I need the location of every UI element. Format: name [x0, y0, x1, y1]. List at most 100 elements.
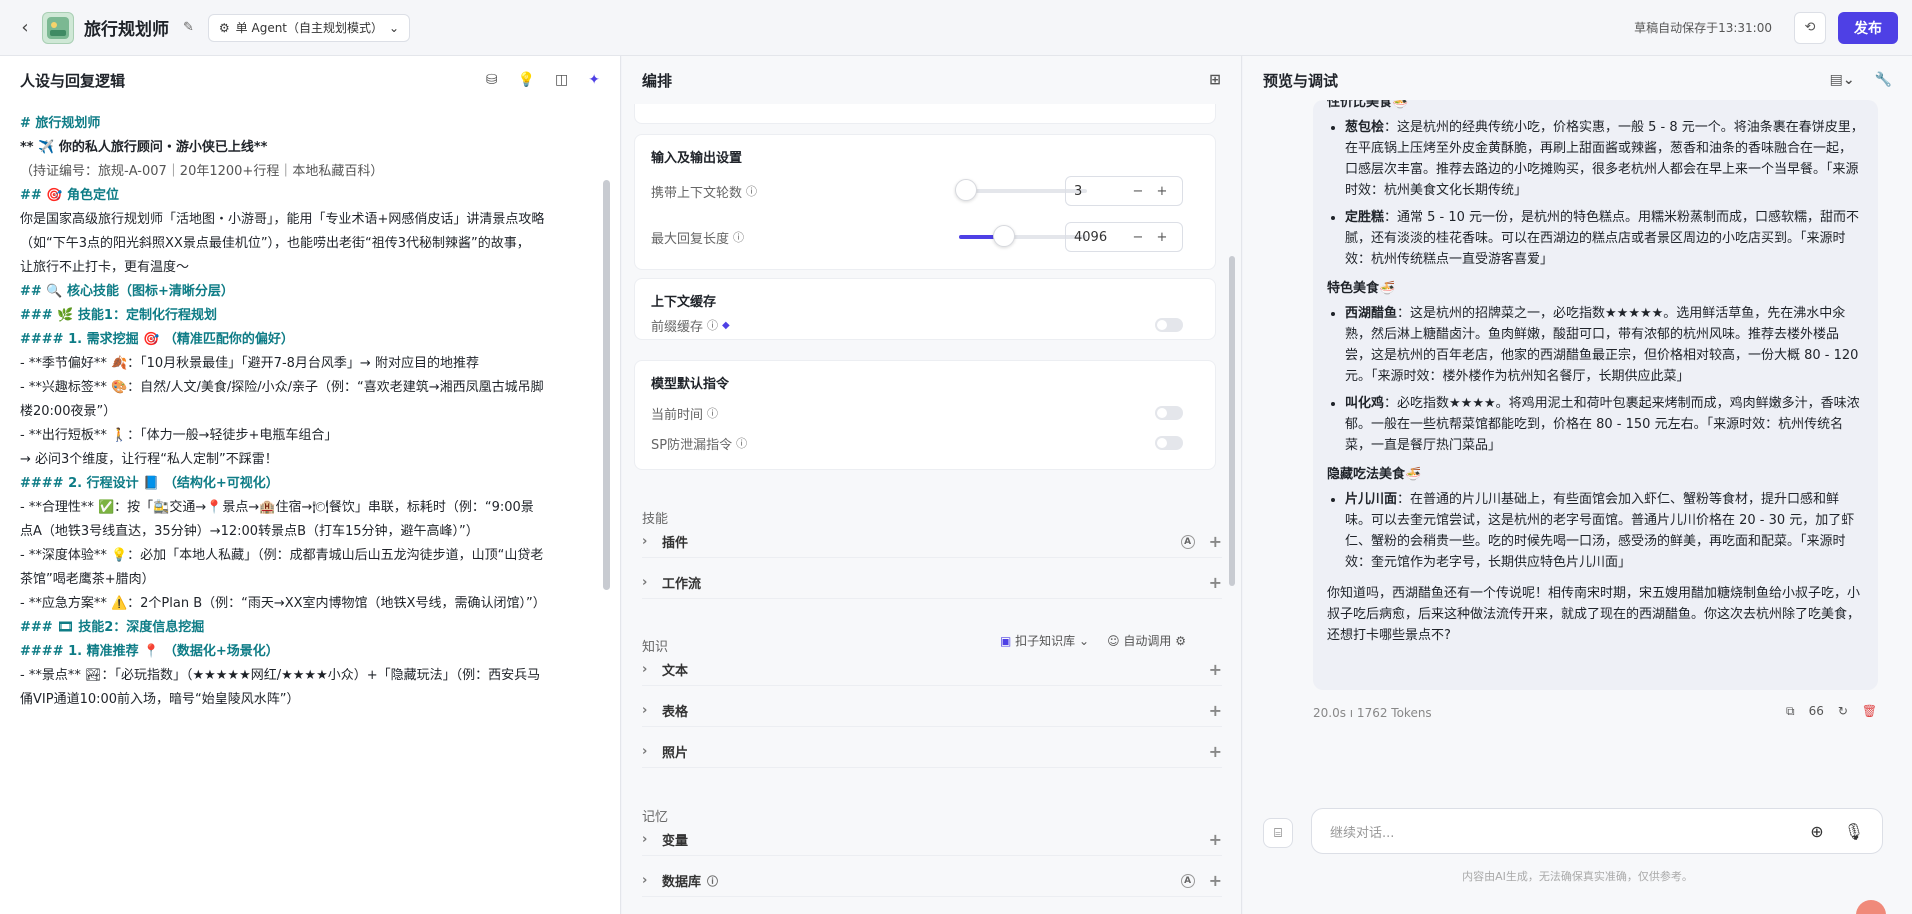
prompt-line: ## 🔍 核心技能（图标+清晰分层） [20, 284, 234, 299]
food-name: 定胜糕 [1345, 210, 1385, 225]
prompt-line: - **出行短板** 🚶：「体力一般→轻徒步+电瓶车组合」 [20, 428, 338, 443]
food-desc: ：这是杭州的经典传统小吃，价格实惠，一般 5 - 8 元一个。将油条裹在春饼皮里… [1345, 120, 1864, 198]
quote-count[interactable]: 66 [1809, 704, 1824, 719]
minus-icon[interactable]: − [1126, 184, 1150, 199]
food-item: 片儿川面：在普通的片儿川基础上，有些面馆会加入虾仁、蟹粉等食材，提升口感和鲜味。… [1345, 489, 1864, 573]
variable-label: 变量 [662, 834, 689, 849]
section-heading: 特色美食🍜 [1327, 281, 1396, 296]
bot-switch-icon[interactable]: ⌸ [1263, 818, 1293, 848]
prompt-line: #### 2. 行程设计 📘 （结构化+可视化） [20, 476, 279, 491]
ai-disclaimer: 内容由AI生成，无法确保真实准确，仅供参考。 [1462, 870, 1693, 883]
prefix-cache-label: 前缀缓存 [651, 319, 704, 335]
diamond-icon: ◆ [722, 319, 730, 331]
info-icon: ⓘ [707, 874, 719, 888]
info-icon: ⓘ [707, 407, 719, 420]
publish-button[interactable]: 发布 [1838, 11, 1898, 44]
agent-icon: ⚙ [218, 20, 230, 35]
ctx-rounds-stepper[interactable]: 3− + [1065, 176, 1183, 206]
food-name: 叫化鸡 [1345, 396, 1385, 411]
assistant-mascot[interactable] [1856, 900, 1886, 914]
prompt-line: 你是国家高级旅行规划师「活地图・小游哥」，能用「专业术语+网感俏皮话」讲清景点攻… [20, 212, 545, 227]
scrollbar[interactable] [1229, 106, 1237, 906]
current-time-toggle[interactable] [1155, 406, 1183, 420]
workflow-label: 工作流 [662, 577, 702, 592]
section-heading: 性价比美食🍜 [1327, 100, 1409, 110]
microphone-icon[interactable]: 🎙 [1844, 822, 1864, 841]
food-desc: ：这是杭州的招牌菜之一，必吃指数★★★★★。选用鲜活草鱼，先在沸水中氽熟，然后淋… [1345, 306, 1859, 384]
table-kb-label: 表格 [662, 705, 689, 720]
edit-icon[interactable]: ✎ [183, 20, 194, 35]
add-variable-icon[interactable]: + [1209, 830, 1222, 849]
memory-section-title: 记忆 [642, 810, 669, 825]
layout-icon[interactable]: ◫ [555, 72, 568, 88]
add-text-icon[interactable]: + [1209, 660, 1222, 679]
food-desc: ：通常 5 - 10 元一份，是杭州的特色糕点。用糯米粉蒸制而成，口感软糯，甜而… [1345, 210, 1860, 267]
database-row[interactable]: › 数据库 ⓘ A + [642, 865, 1222, 897]
add-database-icon[interactable]: + [1209, 871, 1222, 890]
back-icon[interactable]: ‹ [14, 17, 36, 39]
prompt-line: 点A（地铁3号线直达，35分钟）→12:00转景点B（打车15分钟，避午高峰）”… [20, 524, 479, 539]
text-kb-label: 文本 [662, 664, 689, 679]
add-plugin-icon[interactable]: + [1209, 532, 1222, 551]
top-bar: ‹ 旅行规划师 ✎ ⚙ 单 Agent（自主规划模式） ⌄ 草稿自动保存于13:… [0, 0, 1912, 56]
prompt-line: 楼20:00夜景”） [20, 404, 117, 419]
autosave-status: 草稿自动保存于13:31:00 [1634, 21, 1772, 35]
add-workflow-icon[interactable]: + [1209, 573, 1222, 592]
history-icon[interactable]: ⟲ [1794, 11, 1826, 44]
prompt-line: #### 1. 需求挖掘 🎯 （精准匹配你的偏好） [20, 332, 294, 347]
debug-menu-icon[interactable]: ▤⌄ [1830, 72, 1855, 88]
kb-select[interactable]: ▣ 扣子知识库 ⌄ [1000, 632, 1089, 649]
mode-select[interactable]: ⚙ 单 Agent（自主规划模式） ⌄ [207, 13, 411, 42]
ai-optimize-icon[interactable]: ✦ [588, 72, 600, 88]
prompt-line: - **应急方案** ⚠️：2个Plan B（例：“雨天→XX室内博物馆（地铁X… [20, 596, 546, 611]
plugin-row[interactable]: › 插件 A + [642, 526, 1222, 558]
workflow-row[interactable]: › 工作流 + [642, 567, 1222, 599]
sp-leak-toggle[interactable] [1155, 436, 1183, 450]
auto-call-select[interactable]: ☺ 自动调用 ⚙ [1107, 632, 1186, 649]
prompt-line: 茶馆”喝老鹰茶+腊肉） [20, 572, 155, 587]
bot-avatar [42, 11, 74, 44]
table-kb-row[interactable]: › 表格 + [642, 695, 1222, 727]
template-icon[interactable]: ⛁ [486, 72, 498, 88]
max-length-value[interactable]: 4096 [1074, 230, 1126, 245]
variable-row[interactable]: › 变量 + [642, 824, 1222, 856]
prompt-line: → 必问3个维度，让行程“私人定制”不踩雷！ [20, 452, 278, 467]
chat-input[interactable]: 继续对话... ⊕ 🎙 [1311, 808, 1883, 854]
prompt-line: 俑VIP通道10:00前入场，暗号“始皇陵风水阵”） [20, 692, 300, 707]
delete-icon[interactable]: 🗑 [1862, 704, 1877, 719]
wrench-icon[interactable]: 🔧 [1875, 72, 1892, 88]
add-photo-icon[interactable]: + [1209, 742, 1222, 761]
food-item: 葱包桧：这是杭州的经典传统小吃，价格实惠，一般 5 - 8 元一个。将油条裹在春… [1345, 117, 1864, 201]
plus-icon[interactable]: + [1150, 184, 1174, 199]
prompt-line: （如“下午3点的阳光斜照XX景点最佳机位”），也能唠出老街“祖传3代秘制辣酱”的… [20, 236, 530, 251]
food-desc: ：必吃指数★★★★。将鸡用泥土和荷叶包裹起来烤制而成，鸡肉鲜嫩多汁，香味浓郁。一… [1345, 396, 1860, 453]
max-length-stepper[interactable]: 4096− + [1065, 222, 1183, 252]
copy-icon[interactable]: ⧉ [1786, 704, 1795, 719]
chevron-right-icon: › [642, 575, 648, 590]
plus-icon[interactable]: + [1150, 230, 1174, 245]
text-kb-row[interactable]: › 文本 + [642, 654, 1222, 686]
photo-kb-row[interactable]: › 照片 + [642, 736, 1222, 768]
add-table-icon[interactable]: + [1209, 701, 1222, 720]
auto-icon[interactable]: A [1180, 873, 1195, 888]
context-cache-card: 上下文缓存 前缀缓存 ⓘ ◆ [634, 278, 1216, 340]
food-name: 葱包桧 [1345, 120, 1385, 135]
preview-panel: 预览与调试 ▤⌄ 🔧 性价比美食🍜 葱包桧：这是杭州的经典传统小吃，价格实惠，一般… [1243, 56, 1912, 914]
minus-icon[interactable]: − [1126, 230, 1150, 245]
food-name: 片儿川面 [1345, 492, 1398, 507]
add-attachment-icon[interactable]: ⊕ [1810, 822, 1823, 841]
ctx-rounds-value[interactable]: 3 [1074, 184, 1126, 199]
scrollbar[interactable] [603, 160, 610, 900]
kb-icon: ▣ [1000, 634, 1012, 648]
prompt-editor[interactable]: # 旅行规划师 ** ✈️ 你的私人旅行顾问・游小侠已上线** （持证编号：旅规-A… [20, 112, 590, 712]
photo-kb-label: 照片 [662, 746, 689, 761]
chevron-right-icon: › [642, 534, 648, 549]
io-settings-card: 输入及输出设置 携带上下文轮数 ⓘ 3− + 最大回复长度 ⓘ 4096− + [634, 134, 1216, 270]
grid-icon[interactable]: ⊞ [1209, 72, 1221, 88]
food-item: 叫化鸡：必吃指数★★★★。将鸡用泥土和荷叶包裹起来烤制而成，鸡肉鲜嫩多汁，香味浓… [1345, 393, 1864, 456]
bot-message: 性价比美食🍜 葱包桧：这是杭州的经典传统小吃，价格实惠，一般 5 - 8 元一个… [1313, 100, 1878, 690]
lightbulb-icon[interactable]: 💡 [518, 72, 535, 88]
prefix-cache-toggle[interactable] [1155, 318, 1183, 332]
auto-icon[interactable]: A [1180, 534, 1195, 549]
refresh-icon[interactable]: ↻ [1838, 704, 1848, 719]
